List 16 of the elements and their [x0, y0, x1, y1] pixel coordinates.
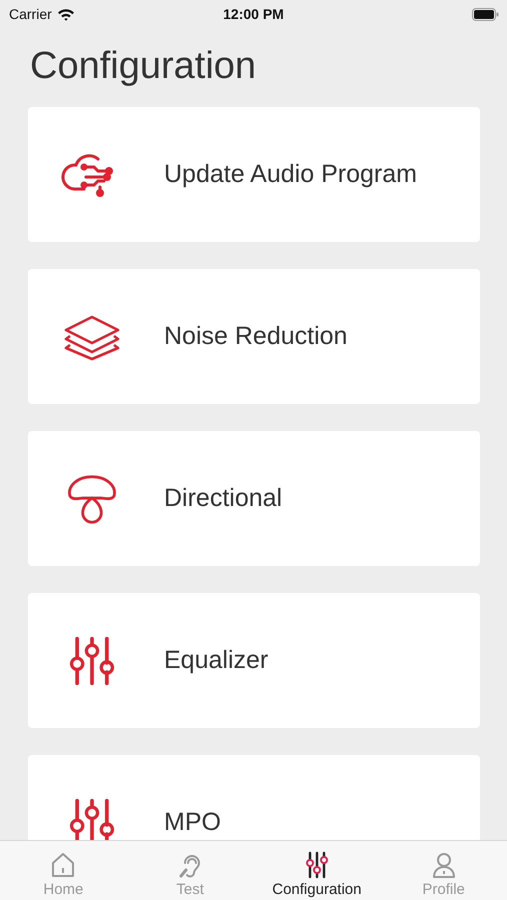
menu-card[interactable]: Equalizer: [28, 593, 480, 728]
card-label: Directional: [164, 484, 282, 513]
card-label: MPO: [164, 808, 221, 837]
menu-card[interactable]: MPO: [28, 755, 480, 840]
menu-card[interactable]: Update Audio Program: [28, 107, 480, 242]
card-label: Update Audio Program: [164, 160, 417, 189]
battery-icon: [472, 8, 499, 20]
wifi-icon: [56, 8, 75, 20]
status-time: 12:00 PM: [223, 6, 284, 22]
page-title: Configuration: [30, 45, 258, 87]
carrier-name: Carrier: [9, 6, 52, 22]
menu-card[interactable]: Directional: [28, 431, 480, 566]
tab[interactable]: Configuration: [254, 841, 380, 900]
card-label: Noise Reduction: [164, 322, 348, 351]
card-label: Equalizer: [164, 646, 268, 675]
menu-card[interactable]: Noise Reduction: [28, 269, 480, 404]
